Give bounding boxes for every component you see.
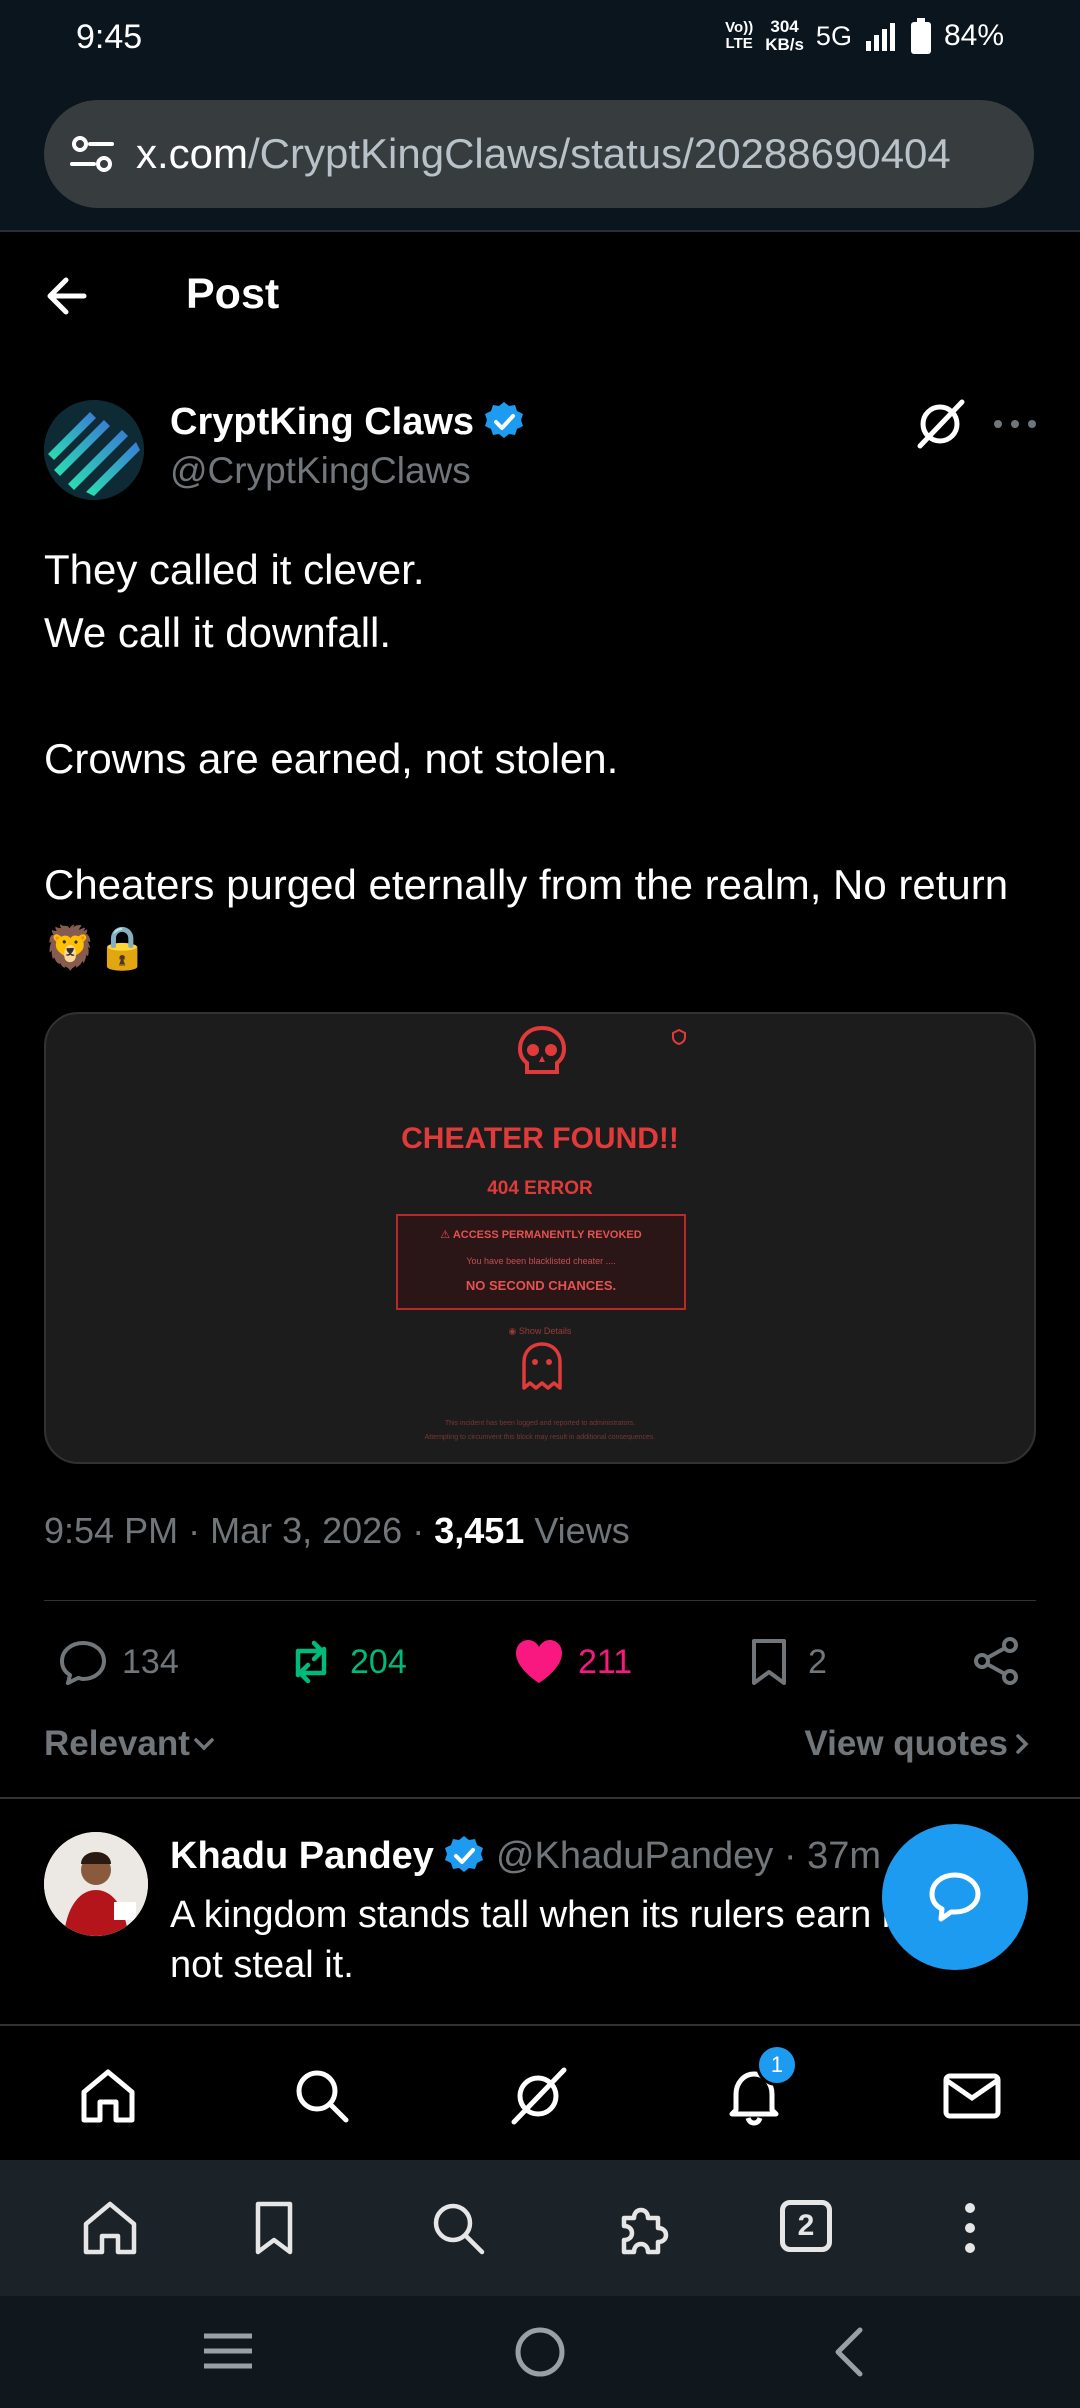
more-options-icon[interactable] <box>990 406 1040 442</box>
volte-indicator: Vo)) LTE <box>725 19 754 52</box>
battery-icon <box>910 18 931 54</box>
bookmark-icon <box>752 1639 786 1685</box>
chat-bubble-icon <box>929 1872 981 1922</box>
compose-reply-button[interactable] <box>882 1824 1028 1970</box>
extensions-icon[interactable] <box>614 2198 674 2258</box>
media-footer-warning: Attempting to circumvent this block may … <box>424 1434 656 1441</box>
post-image[interactable]: CHEATER FOUND!! 404 ERROR ⚠ ACCESS PERMA… <box>44 1012 1036 1464</box>
tabs-button[interactable]: 2 <box>780 2200 832 2252</box>
author-name[interactable]: CryptKing Claws <box>170 400 526 444</box>
like-button[interactable]: 211 <box>512 1632 632 1692</box>
eye-icon: ◉ <box>508 1326 519 1336</box>
reply-icon <box>60 1641 106 1685</box>
site-settings-icon[interactable] <box>68 130 116 178</box>
page-title: Post <box>186 270 280 318</box>
post-time[interactable]: 9:54 PM <box>44 1510 178 1551</box>
browser-bookmark-icon[interactable] <box>244 2198 304 2258</box>
browser-bottom-toolbar: 2 <box>0 2160 1080 2296</box>
recent-apps-icon[interactable] <box>200 2326 256 2376</box>
views-label: Views <box>534 1510 630 1551</box>
back-arrow-icon[interactable] <box>40 268 96 324</box>
warning-icon: ⚠ <box>440 1229 453 1241</box>
author-avatar[interactable] <box>44 400 144 500</box>
person-photo-icon <box>44 1832 148 1936</box>
bookmark-button[interactable]: 2 <box>742 1632 827 1692</box>
share-icon[interactable] <box>970 1634 1024 1688</box>
url-bar[interactable]: x.com/CryptKingClaws/status/20288690404 <box>44 100 1034 208</box>
reply-avatar[interactable] <box>44 1832 148 1936</box>
status-icons: Vo)) LTE 304 KB/s 5G 84% <box>725 18 1004 54</box>
chevron-right-icon <box>1016 1734 1029 1754</box>
media-show-details: ◉ Show Details <box>508 1326 572 1336</box>
verified-badge-icon <box>444 1836 483 1872</box>
post-text: They called it clever. We call it downfa… <box>44 546 1009 971</box>
reply-header: Khadu Pandey @KhaduPandey · 37m <box>170 1834 881 1878</box>
skull-icon <box>517 1025 567 1074</box>
browser-search-icon[interactable] <box>428 2198 488 2258</box>
battery-level: 84% <box>943 19 1004 52</box>
verified-badge-icon <box>485 402 524 438</box>
author-handle[interactable]: @CryptKingClaws <box>170 450 471 492</box>
heart-icon <box>516 1640 562 1683</box>
media-error-code: 404 ERROR <box>487 1178 593 1199</box>
grok-icon[interactable] <box>912 396 968 452</box>
post-meta: 9:54 PM · Mar 3, 2026 · 3,451 Views <box>44 1510 630 1551</box>
shield-icon <box>672 1028 686 1046</box>
search-icon[interactable] <box>290 2064 354 2128</box>
app-bottom-nav: 1 <box>0 2024 1080 2160</box>
status-bar: 9:45 Vo)) LTE 304 KB/s 5G 84% <box>0 0 1080 76</box>
browser-menu-icon[interactable] <box>940 2198 1000 2258</box>
media-warning-box: ⚠ ACCESS PERMANENTLY REVOKED You have be… <box>396 1214 686 1310</box>
system-navigation-bar <box>0 2296 1080 2408</box>
signal-icon <box>865 23 895 51</box>
back-button-icon[interactable] <box>826 2324 870 2380</box>
post-date[interactable]: Mar 3, 2026 <box>210 1510 402 1551</box>
network-speed: 304 KB/s <box>765 17 804 54</box>
reply-author-handle[interactable]: @KhaduPandey <box>496 1835 773 1877</box>
views-count: 3,451 <box>434 1510 525 1551</box>
media-title: CHEATER FOUND!! <box>401 1122 679 1155</box>
repost-icon <box>295 1640 327 1684</box>
url-text[interactable]: x.com/CryptKingClaws/status/20288690404 <box>136 130 951 178</box>
chevron-down-icon <box>194 1738 214 1751</box>
reply-age: · 37m <box>783 1834 881 1877</box>
notifications-badge: 1 <box>756 2044 798 2086</box>
media-footer-note: This incident has been logged and report… <box>444 1420 636 1427</box>
ghost-icon <box>522 1342 562 1390</box>
reply-button[interactable]: 134 <box>56 1632 179 1692</box>
reply-author-name[interactable]: Khadu Pandey <box>170 1835 434 1878</box>
browser-home-icon[interactable] <box>80 2198 140 2258</box>
divider <box>0 1797 1080 1799</box>
status-time: 9:45 <box>76 18 143 56</box>
repost-button[interactable]: 204 <box>284 1632 407 1692</box>
reply-sort-dropdown[interactable]: Relevant <box>44 1724 218 1764</box>
post-header: Post <box>0 232 1080 362</box>
network-type: 5G <box>815 20 852 51</box>
view-quotes-link[interactable]: View quotes <box>804 1724 1036 1764</box>
avatar-logo-icon <box>44 400 144 500</box>
home-button-icon[interactable] <box>512 2324 568 2380</box>
browser-toolbar-top: x.com/CryptKingClaws/status/20288690404 <box>0 76 1080 232</box>
messages-icon[interactable] <box>940 2064 1004 2128</box>
home-icon[interactable] <box>76 2064 140 2128</box>
divider <box>44 1600 1036 1601</box>
grok-nav-icon[interactable] <box>506 2064 570 2128</box>
